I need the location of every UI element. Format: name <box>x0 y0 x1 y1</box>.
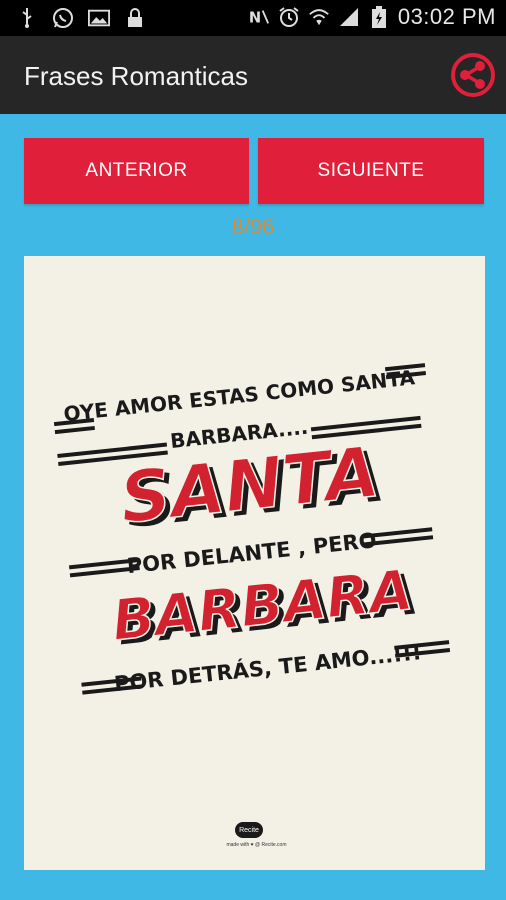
previous-button[interactable]: ANTERIOR <box>24 138 249 204</box>
image-icon <box>88 6 110 30</box>
battery-icon <box>368 5 390 29</box>
whatsapp-icon <box>52 6 74 30</box>
app-title: Frases Romanticas <box>24 61 248 91</box>
stripe <box>54 425 95 435</box>
quote-poster-art: OYE AMOR ESTAS COMO SANTA BARBARA.... SA… <box>53 363 451 696</box>
page-counter: 8/96 <box>231 214 275 239</box>
nfc-icon: N <box>248 5 270 29</box>
made-with-text: made with ♥ @ Recite.com <box>226 842 287 848</box>
wifi-icon <box>308 5 330 29</box>
poster-line-1: OYE AMOR ESTAS COMO SANTA <box>62 365 416 426</box>
quote-poster: OYE AMOR ESTAS COMO SANTA BARBARA.... SA… <box>24 256 485 870</box>
signal-icon <box>338 5 360 29</box>
status-bar: N 03:02 PM <box>0 0 506 36</box>
svg-text:N: N <box>249 10 261 27</box>
status-left-icons <box>16 6 146 30</box>
status-time: 03:02 PM <box>397 4 496 29</box>
share-button[interactable] <box>450 52 496 98</box>
recite-watermark: Recite made with ♥ @ Recite.com <box>209 822 304 854</box>
recite-logo: Recite <box>235 822 263 838</box>
usb-icon <box>16 6 38 30</box>
status-right-icons: N 03:02 PM <box>248 4 496 30</box>
app-bar: Frases Romanticas <box>0 36 506 114</box>
next-button[interactable]: SIGUIENTE <box>258 138 484 204</box>
share-icon <box>451 53 495 97</box>
lock-icon <box>124 6 146 30</box>
alarm-icon <box>278 5 300 29</box>
